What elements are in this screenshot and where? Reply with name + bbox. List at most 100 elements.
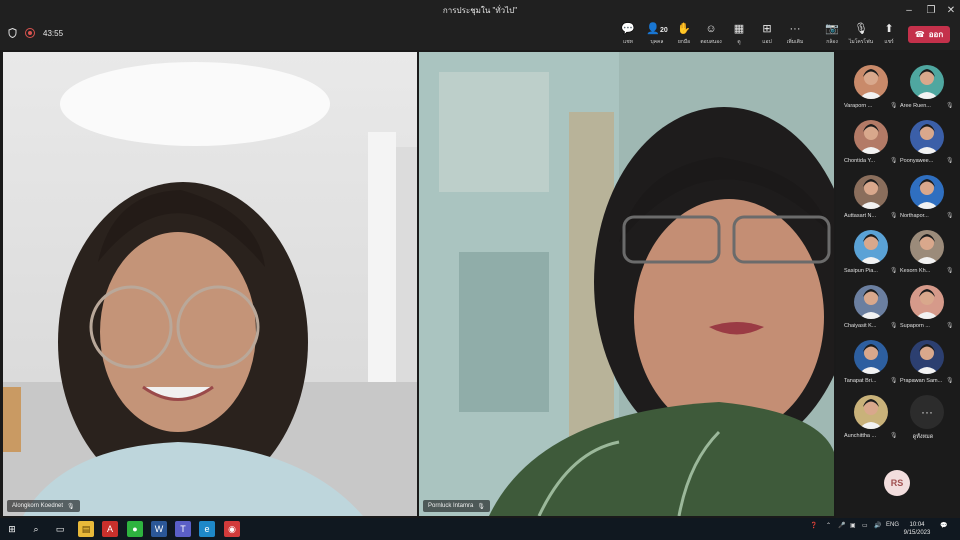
task-view-icon[interactable]: ▭ xyxy=(52,521,68,537)
phone-icon: ☎ xyxy=(914,30,925,39)
participant-name: Poonyawee... xyxy=(900,158,934,164)
chevron-up-icon[interactable]: ⌃ xyxy=(826,522,831,529)
participant-avatar xyxy=(854,120,888,154)
participant-avatar xyxy=(910,65,944,99)
mic-off-icon: 🎙 xyxy=(946,103,954,109)
mic-button[interactable]: 🎙 ไมโครโฟน xyxy=(847,22,875,48)
react-button[interactable]: ☺ ตอบสนอง xyxy=(697,22,725,48)
video-tile[interactable]: Alongkorn Koednet 🎙 xyxy=(3,52,417,516)
search-icon[interactable]: ⌕ xyxy=(28,521,44,537)
file-explorer-icon[interactable]: ▤ xyxy=(78,521,94,537)
gallery-participant[interactable]: Supaporn ... 🎙 xyxy=(896,275,954,330)
participant-video xyxy=(3,52,417,516)
participant-name: Kesorn Kh... xyxy=(900,268,931,274)
more-button[interactable]: ··· เพิ่มเติม xyxy=(781,22,809,48)
people-button[interactable]: 👤20 บุคคล xyxy=(641,22,673,48)
participant-avatar xyxy=(854,285,888,319)
meeting-timer: 43:55 xyxy=(43,28,64,38)
participant-avatar xyxy=(910,340,944,374)
maximize-button[interactable]: ❐ xyxy=(920,0,942,20)
participant-name: Aree Ruen... xyxy=(900,103,931,109)
participant-name: Sasipun Pia... xyxy=(844,268,878,274)
people-count: 20 xyxy=(659,27,668,34)
gallery-participant[interactable]: Prapawan Sam... 🎙 xyxy=(896,330,954,385)
start-icon[interactable]: ⊞ xyxy=(4,521,20,537)
participant-gallery: Varaporn ... 🎙 Aree Ruen... 🎙 Chontida Y... 🎙… xyxy=(836,50,960,518)
leave-button[interactable]: ☎ ออก xyxy=(908,26,950,43)
participant-avatar xyxy=(854,65,888,99)
raise-hand-button[interactable]: ✋ ยกมือ xyxy=(670,22,698,48)
apps-button[interactable]: ⊞ แอป xyxy=(753,22,781,48)
view-grid-icon: ▦ xyxy=(733,23,745,35)
mic-off-icon: 🎙 xyxy=(854,23,868,35)
notification-icon[interactable]: 💬 xyxy=(940,522,947,529)
gallery-participant[interactable]: Sasipun Pia... 🎙 xyxy=(840,220,898,275)
ellipsis-icon: ··· xyxy=(789,23,801,35)
gallery-participant[interactable]: Chontida Y... 🎙 xyxy=(840,110,898,165)
camera-button[interactable]: 📷 กล้อง xyxy=(818,22,846,48)
participant-name-tag: Alongkorn Koednet 🎙 xyxy=(7,500,80,512)
close-button[interactable]: ✕ xyxy=(940,0,960,20)
gallery-participant[interactable]: Varaporn ... 🎙 xyxy=(840,55,898,110)
participant-name: Chontida Y... xyxy=(844,158,875,164)
participant-avatar xyxy=(854,395,888,429)
view-all-participants[interactable]: ··· ดูทั้งหมด xyxy=(896,385,952,440)
gallery-participant[interactable]: Aunchittha ... 🎙 xyxy=(840,385,898,440)
participant-avatar xyxy=(854,230,888,264)
self-avatar[interactable]: RS xyxy=(884,470,910,496)
window-title: การประชุมใน "ทั่วไป" xyxy=(442,6,518,15)
line-icon[interactable]: ● xyxy=(127,521,143,537)
participant-name: Chaiyasit K... xyxy=(844,323,877,329)
view-button[interactable]: ▦ ดู xyxy=(725,22,753,48)
participant-avatar xyxy=(910,120,944,154)
teams-icon[interactable]: T xyxy=(175,521,191,537)
mic-off-icon: 🎙 xyxy=(946,323,954,329)
participant-name: Varaporn ... xyxy=(844,103,873,109)
participant-name-tag: Pornluck Intamra 🎙 xyxy=(423,500,490,512)
participant-avatar xyxy=(854,340,888,374)
tray-app-icon[interactable]: ▣ xyxy=(850,522,856,529)
participant-name: Supaporn ... xyxy=(900,323,930,329)
gallery-participant[interactable]: Aree Ruen... 🎙 xyxy=(896,55,954,110)
mic-off-icon: 🎙 xyxy=(946,268,954,274)
title-bar: การประชุมใน "ทั่วไป" – ❐ ✕ xyxy=(0,0,960,20)
hand-icon: ✋ xyxy=(677,23,691,35)
help-icon[interactable]: ❓ xyxy=(810,522,817,529)
participant-name: Prapawan Sam... xyxy=(900,378,943,384)
camera-off-icon: 📷 xyxy=(825,23,839,35)
minimize-button[interactable]: – xyxy=(898,0,920,20)
gallery-participant[interactable]: Chaiyasit K... 🎙 xyxy=(840,275,898,330)
camera-app-icon[interactable]: ◉ xyxy=(224,521,240,537)
volume-icon[interactable]: 🔊 xyxy=(874,522,881,529)
gallery-participant[interactable]: Kesorn Kh... 🎙 xyxy=(896,220,954,275)
chat-button[interactable]: 💬 แชท xyxy=(614,22,642,48)
pdf-icon[interactable]: A xyxy=(102,521,118,537)
gallery-participant[interactable]: Auttasart N... 🎙 xyxy=(840,165,898,220)
network-icon[interactable]: ▭ xyxy=(862,522,868,529)
share-icon: ⬆ xyxy=(884,23,894,35)
chat-icon: 💬 xyxy=(621,23,635,35)
participant-name: Auttasart N... xyxy=(844,213,877,219)
gallery-participant[interactable]: Tanapat Bri... 🎙 xyxy=(840,330,898,385)
meeting-toolbar: 43:55 💬 แชท 👤20 บุคคล ✋ ยกมือ ☺ ตอบสนอง … xyxy=(0,20,960,50)
language-indicator[interactable]: ENG xyxy=(886,522,899,528)
shield-icon xyxy=(8,28,17,38)
gallery-participant[interactable]: Poonyawee... 🎙 xyxy=(896,110,954,165)
participant-avatar xyxy=(910,230,944,264)
mic-off-icon: 🎙 xyxy=(946,378,954,384)
participant-avatar xyxy=(854,175,888,209)
ellipsis-icon: ··· xyxy=(910,395,944,429)
participant-avatar xyxy=(910,285,944,319)
tray-mic-icon[interactable]: 🎤 xyxy=(838,522,845,529)
video-tile[interactable]: Pornluck Intamra 🎙 xyxy=(419,52,834,516)
participant-name: Northapor... xyxy=(900,213,929,219)
taskbar-clock[interactable]: 10:04 9/15/2023 xyxy=(902,521,932,537)
participant-name: Aunchittha ... xyxy=(844,433,877,439)
gallery-participant[interactable]: Northapor... 🎙 xyxy=(896,165,954,220)
share-button[interactable]: ⬆ แชร์ xyxy=(875,22,903,48)
mic-off-icon: 🎙 xyxy=(946,158,954,164)
word-icon[interactable]: W xyxy=(151,521,167,537)
recording-icon xyxy=(25,28,35,38)
mic-icon: 🎙 xyxy=(477,503,485,510)
edge-icon[interactable]: e xyxy=(199,521,215,537)
